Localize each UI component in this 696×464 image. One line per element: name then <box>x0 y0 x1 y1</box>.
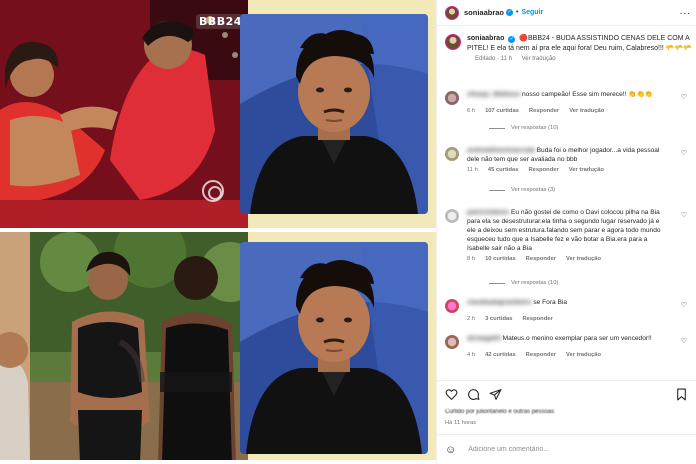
commenter-username[interactable]: nilsaqs_Matheus <box>467 91 520 98</box>
comment-text: se Fora Bia <box>533 299 568 306</box>
caption-avatar[interactable] <box>445 34 461 50</box>
comment-like-heart-icon[interactable]: ♡ <box>681 93 687 101</box>
post-media[interactable]: BBB24 <box>0 0 436 464</box>
commenter-username[interactable]: andreiafimentoarruda <box>467 147 535 154</box>
view-replies-button[interactable]: Ver respostas (3) <box>489 187 555 193</box>
comment-translate-link[interactable]: Ver tradução <box>569 108 604 114</box>
comment-time: 6 h <box>467 108 476 114</box>
commenter-username[interactable]: alciaagdell <box>467 335 501 342</box>
comment-translate-link[interactable]: Ver tradução <box>566 352 601 358</box>
commenter-avatar[interactable] <box>445 147 459 161</box>
comment-likes[interactable]: 10 curtidas <box>485 256 516 262</box>
post-caption: soniaabrao ✓ 🔴BBB24 - BUDA ASSISTINDO CE… <box>445 34 693 62</box>
comment-time: 8 h <box>467 256 476 262</box>
post-header: soniaabrao ✓ • Seguir ... <box>437 0 696 26</box>
media-panel-top: BBB24 <box>0 0 436 228</box>
comment-item: alciaagdell Mateus.o menino exemplar par… <box>445 334 689 358</box>
globo-logo-icon <box>202 180 224 202</box>
commenter-avatar[interactable] <box>445 335 459 349</box>
comment-item: andreiafimentoarruda Buda foi o melhor j… <box>445 146 689 173</box>
comment-text: nosso campeão! Esse sim merece!! 👏👏👏 <box>521 91 653 98</box>
comment-translate-link[interactable]: Ver tradução <box>569 167 604 173</box>
instagram-post-window: BBB24 soniaabrao ✓ • Seguir ... soniaabr… <box>0 0 696 464</box>
media-panel-bottom <box>0 232 436 460</box>
comment-icon[interactable] <box>467 388 480 401</box>
comment-reply-button[interactable]: Responder <box>522 316 552 322</box>
comment-item: claudiaalegriaribeiro se Fora Bia 2 h 3 … <box>445 298 689 322</box>
verified-badge-icon: ✓ <box>506 9 514 16</box>
comment-like-heart-icon[interactable]: ♡ <box>681 149 687 157</box>
view-replies-button[interactable]: Ver respostas (10) <box>489 280 558 286</box>
separator-dot: • <box>516 9 519 16</box>
caption-edited-time: Editado · 11 h <box>475 56 512 62</box>
post-sidebar: soniaabrao ✓ • Seguir ... soniaabrao ✓ 🔴… <box>436 0 696 464</box>
video-frame-man-watching-2 <box>240 242 428 454</box>
add-comment-input[interactable] <box>468 446 669 453</box>
author-avatar[interactable] <box>445 5 459 20</box>
post-action-bar <box>437 380 696 406</box>
video-frame-couple: BBB24 <box>0 0 248 228</box>
post-time-ago: Há 11 horas <box>445 420 477 426</box>
comment-likes[interactable]: 45 curtidas <box>488 167 519 173</box>
author-username[interactable]: soniaabrao <box>464 8 504 17</box>
emoji-icon[interactable]: ☺ <box>445 444 456 456</box>
more-options-icon[interactable]: ... <box>680 6 691 17</box>
comment-text: Mateus.o menino exemplar para ser um ven… <box>502 335 652 342</box>
video-frame-man-watching <box>240 14 428 214</box>
add-comment-bar: ☺ <box>437 434 696 464</box>
comment-likes[interactable]: 42 curtidas <box>485 352 516 358</box>
comment-item: patriciolalves Eu não gostei de como o D… <box>445 208 689 262</box>
comment-like-heart-icon[interactable]: ♡ <box>681 337 687 345</box>
share-icon[interactable] <box>489 388 502 401</box>
follow-button[interactable]: Seguir <box>521 9 543 16</box>
video-frame-women-garden <box>0 232 248 460</box>
comment-likes[interactable]: 3 curtidas <box>485 316 512 322</box>
caption-username[interactable]: soniaabrao <box>467 35 504 42</box>
comment-item: nilsaqs_Matheus nosso campeão! Esse sim … <box>445 90 689 114</box>
comment-like-heart-icon[interactable]: ♡ <box>681 301 687 309</box>
caption-translate-link[interactable]: Ver tradução <box>522 56 556 62</box>
bookmark-icon[interactable] <box>675 388 688 401</box>
commenter-avatar[interactable] <box>445 91 459 105</box>
view-replies-button[interactable]: Ver respostas (10) <box>489 125 558 131</box>
comment-time: 2 h <box>467 316 476 322</box>
comment-time: 11 h <box>467 167 478 173</box>
comment-likes[interactable]: 107 curtidas <box>485 108 519 114</box>
comment-reply-button[interactable]: Responder <box>528 167 558 173</box>
commenter-avatar[interactable] <box>445 209 459 223</box>
commenter-username[interactable]: claudiaalegriaribeiro <box>467 299 532 306</box>
comment-time: 4 h <box>467 352 476 358</box>
heart-icon[interactable] <box>445 388 458 401</box>
commenter-username[interactable]: patriciolalves <box>467 209 509 216</box>
liked-by-label: Curtido por juliontanelo e outras pessoa… <box>445 409 555 415</box>
verified-badge-icon: ✓ <box>508 36 516 43</box>
comment-reply-button[interactable]: Responder <box>529 108 559 114</box>
comment-reply-button[interactable]: Responder <box>526 256 556 262</box>
comment-translate-link[interactable]: Ver tradução <box>566 256 601 262</box>
bbb-logo: BBB24 <box>196 14 245 29</box>
liked-by-text[interactable]: Curtido por juliontanelo e outras pessoa… <box>445 409 554 415</box>
comment-reply-button[interactable]: Responder <box>526 352 556 358</box>
comment-like-heart-icon[interactable]: ♡ <box>681 211 687 219</box>
commenter-avatar[interactable] <box>445 299 459 313</box>
